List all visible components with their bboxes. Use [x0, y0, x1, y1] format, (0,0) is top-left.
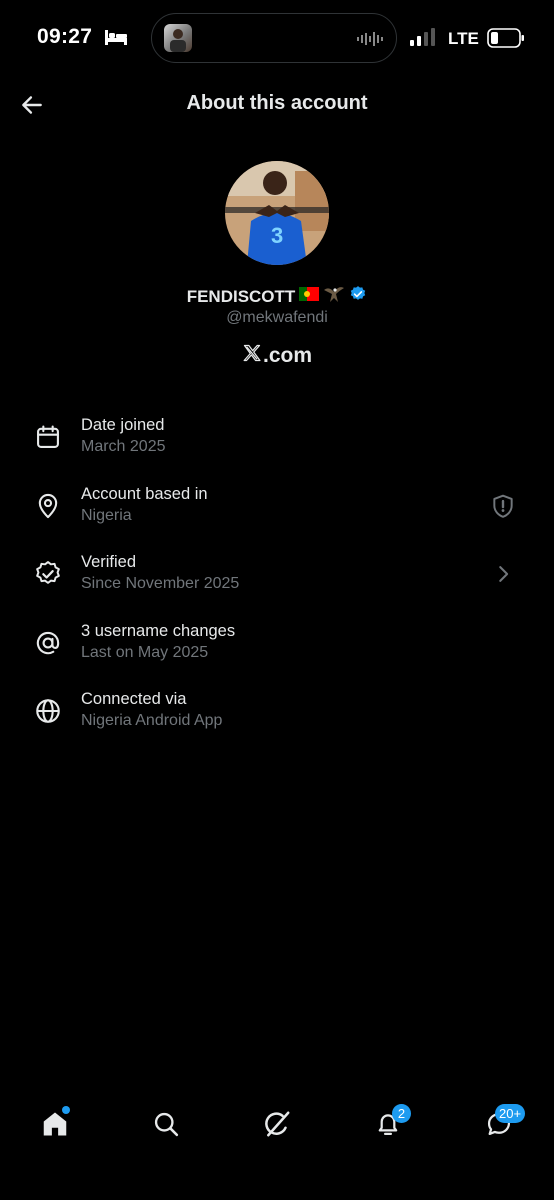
audio-wave-icon: [357, 31, 387, 52]
info-title: Date joined: [81, 416, 165, 434]
calendar-icon: [34, 423, 62, 451]
info-row-username-changes: 3 username changes Last on May 2025: [0, 620, 554, 689]
brand-text: .com: [262, 343, 312, 367]
grok-icon: [265, 1111, 290, 1137]
location-pin-icon: [34, 492, 62, 520]
info-subtitle: Last on May 2025: [81, 643, 209, 661]
info-title: Verified: [81, 553, 137, 571]
globe-icon: [34, 697, 62, 725]
avatar[interactable]: 3: [225, 161, 329, 265]
eagle-icon: [323, 284, 345, 309]
media-thumbnail: [164, 24, 192, 52]
info-subtitle: Nigeria Android App: [81, 712, 223, 729]
shield-alert-icon[interactable]: [490, 493, 516, 519]
svg-text:3: 3: [271, 223, 283, 248]
info-title: 3 username changes: [81, 621, 236, 640]
network-type: LTE: [448, 29, 479, 48]
account-info-list: Date joined March 2025 Account based in …: [0, 414, 554, 757]
display-name: FENDISCOTT: [186, 286, 296, 306]
display-name-row: FENDISCOTT: [0, 284, 554, 309]
home-notification-dot: [62, 1106, 70, 1114]
dynamic-island[interactable]: [151, 13, 397, 63]
bottom-navigation: 2 20+: [0, 1090, 554, 1160]
bed-icon: [104, 28, 128, 51]
search-icon: [154, 1112, 179, 1137]
battery-icon: [487, 28, 525, 53]
signal-icon: [410, 28, 438, 51]
nav-messages[interactable]: 20+: [477, 1102, 526, 1146]
info-row-connected-via: Connected via Nigeria Android App: [0, 688, 554, 757]
x-logo-icon: [242, 343, 262, 368]
info-title: Account based in: [81, 484, 208, 503]
verified-check-icon: [349, 285, 367, 308]
nav-search[interactable]: [144, 1102, 188, 1146]
chevron-right-icon[interactable]: [490, 561, 516, 587]
info-row-location: Account based in Nigeria: [0, 483, 554, 552]
page-title: About this account: [186, 92, 368, 114]
nav-grok[interactable]: [255, 1102, 299, 1146]
nav-home[interactable]: [33, 1102, 77, 1146]
nav-notifications[interactable]: 2: [366, 1102, 411, 1146]
portugal-flag-icon: [299, 287, 320, 306]
info-subtitle: Since November 2025: [81, 575, 240, 592]
brand-link[interactable]: .com: [0, 343, 554, 368]
info-subtitle: Nigeria: [81, 506, 132, 524]
info-row-date-joined: Date joined March 2025: [0, 414, 554, 483]
notifications-badge: 2: [392, 1104, 411, 1123]
info-title: Connected via: [81, 690, 187, 708]
status-bar: 09:27 LTE: [0, 0, 554, 76]
at-sign-icon: [34, 629, 62, 657]
status-time: 09:27: [37, 25, 93, 48]
handle: @mekwafendi: [226, 309, 328, 326]
messages-badge: 20+: [495, 1104, 526, 1123]
info-subtitle: March 2025: [81, 438, 166, 455]
info-row-verified[interactable]: Verified Since November 2025: [0, 551, 554, 620]
verified-badge-icon: [34, 560, 62, 588]
